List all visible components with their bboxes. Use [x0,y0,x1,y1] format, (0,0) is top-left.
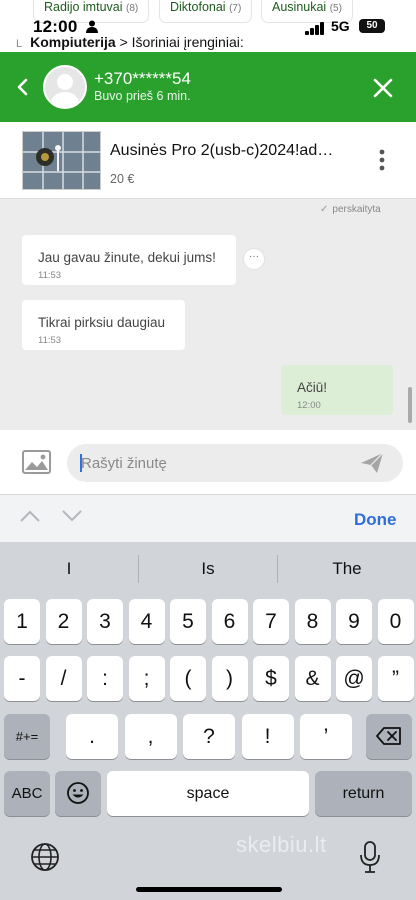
punctuation-key[interactable]: . [66,714,118,759]
message-time: 11:53 [38,335,62,346]
space-key[interactable]: space [107,771,309,816]
number-key[interactable]: 8 [294,599,331,644]
chevron-down-icon[interactable] [62,509,82,523]
more-vertical-icon[interactable] [375,146,389,174]
user-silhouette-icon [50,74,80,107]
avatar[interactable] [43,65,87,109]
symbol-key[interactable]: $ [253,656,289,701]
message-bubble[interactable]: Tikrai pirksiu daugiau 11:53 [22,300,185,350]
symbol-key[interactable]: & [294,656,331,701]
suggestion-1[interactable]: I [0,542,138,596]
battery-indicator: 50 [359,19,385,33]
breadcrumb-child[interactable]: Išoriniai įrenginiai: [132,34,244,50]
symbol-key[interactable]: ” [377,656,414,701]
message-time: 11:53 [38,270,62,281]
message-text: Jau gavau žinute, dekui jums! [38,250,216,265]
number-key[interactable]: 6 [211,599,248,644]
message-bubble-own[interactable]: Ačiū! 12:00 [281,365,393,415]
chip-count: (8) [126,3,139,14]
punctuation-key[interactable]: ’ [300,714,352,759]
number-key[interactable]: 7 [253,599,289,644]
contact-phone: +370******54 [94,69,191,88]
number-key[interactable]: 2 [45,599,82,644]
read-receipt-label: perskaityta [332,204,381,215]
chip-label: Radijo imtuvai [44,0,123,14]
done-button[interactable]: Done [354,510,397,530]
person-icon [86,20,98,33]
close-icon[interactable] [371,76,395,100]
keyboard-accessory-bar: Done [0,494,416,542]
last-seen: Buvo prieš 6 min. [94,89,191,103]
symbol-key[interactable]: : [87,656,123,701]
number-key[interactable]: 1 [4,599,40,644]
read-receipt: ✓ perskaityta [320,204,385,215]
emoji-key[interactable] [55,771,101,816]
globe-icon[interactable] [30,842,60,872]
listing-thumbnail [22,131,101,190]
punctuation-key[interactable]: , [124,714,177,759]
listing-price: 20 € [110,172,135,186]
number-key[interactable]: 0 [377,599,414,644]
composer: Rašyti žinutę [0,430,416,494]
message-input-placeholder: Rašyti žinutę [81,455,167,472]
message-bubble[interactable]: Jau gavau žinute, dekui jums! 11:53 [22,235,236,285]
breadcrumb-separator: > [119,34,128,50]
send-icon[interactable] [360,452,384,474]
punctuation-key[interactable]: ? [183,714,235,759]
symbol-key[interactable]: / [45,656,82,701]
watermark: skelbiu.lt [236,832,327,857]
chip-label: Diktofonai [170,0,226,14]
microphone-icon[interactable] [358,840,382,874]
chevron-up-icon[interactable] [20,509,40,523]
listing-card[interactable]: Ausinės Pro 2(usb-c)2024!ad… 20 € [0,122,416,199]
message-text: Tikrai pirksiu daugiau [38,315,166,330]
image-attach-icon[interactable] [22,450,51,474]
message-text: Ačiū! [297,380,328,395]
emoji-icon [67,782,89,804]
number-key[interactable]: 5 [170,599,206,644]
abc-key[interactable]: ABC [4,771,50,816]
message-time: 12:00 [297,400,321,411]
symbol-key[interactable]: ( [170,656,206,701]
number-key[interactable]: 4 [128,599,165,644]
back-chevron-icon[interactable] [10,72,38,102]
backspace-icon [376,727,401,745]
message-list[interactable]: ✓ perskaityta Jau gavau žinute, dekui jum… [0,199,416,430]
number-key[interactable]: 9 [336,599,372,644]
chip-label: Ausinukai [272,0,327,14]
chip-count: (7) [229,3,242,14]
chat-header: +370******54 Buvo prieš 6 min. [0,52,416,122]
suggestion-2[interactable]: Is [139,542,277,596]
symbol-key[interactable]: - [4,656,40,701]
symbol-key[interactable]: @ [336,656,372,701]
breadcrumb-root[interactable]: Kompiuterija [30,34,116,50]
checkmark-icon: ✓ [320,204,329,215]
more-symbols-key[interactable]: #+= [4,714,50,759]
chip-count: (5) [329,3,342,14]
suggestion-3[interactable]: The [278,542,416,596]
keyboard: I Is The 1234567890 - /:;() $ & @” .,?!’ #+=… [0,542,416,900]
symbol-key[interactable]: ) [211,656,248,701]
background-page: Radijo imtuvai (8) Diktofonai (7) Ausinu… [0,0,416,56]
breadcrumb-prefix: L [16,38,23,50]
breadcrumb: L Kompiuterija > Išoriniai įrenginiai: [16,34,244,50]
symbol-key[interactable]: ; [128,656,165,701]
message-options-button[interactable]: ··· [244,249,264,269]
scrollbar[interactable] [408,387,412,423]
backspace-key[interactable] [366,714,412,759]
home-indicator [136,887,282,892]
signal-icon [305,22,325,35]
punctuation-key[interactable]: ! [241,714,294,759]
listing-title: Ausinės Pro 2(usb-c)2024!ad… [110,142,334,159]
message-input[interactable]: Rašyti žinutę [67,444,403,482]
return-key[interactable]: return [315,771,412,816]
app-root: Radijo imtuvai (8) Diktofonai (7) Ausinu… [0,0,416,900]
number-key[interactable]: 3 [87,599,123,644]
network-type: 5G [331,18,350,34]
